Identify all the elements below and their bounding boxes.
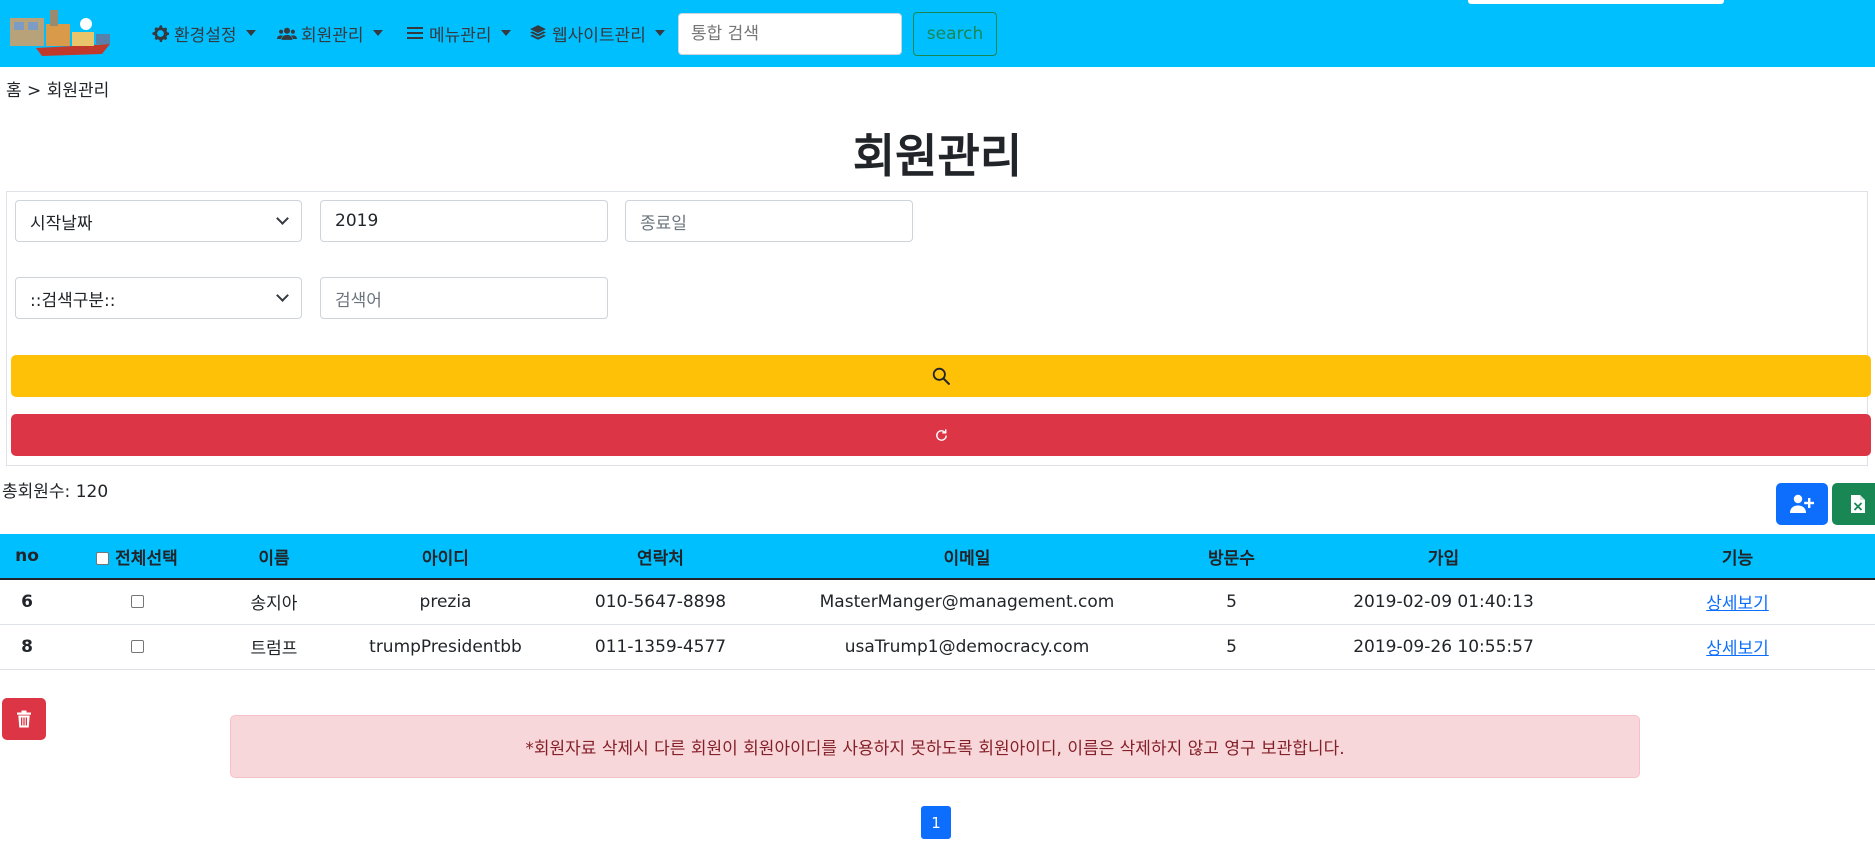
caret-down-icon	[500, 30, 511, 36]
table-row: 8 트럼프 trumpPresidentbb 011-1359-4577 usa…	[0, 624, 1875, 670]
trash-icon	[17, 710, 31, 728]
date-type-selected: 시작날짜	[30, 213, 93, 234]
row-phone: 010-5647-8898	[563, 579, 758, 625]
users-icon	[277, 23, 297, 43]
top-navbar: 환경설정 회원관리 메뉴관리 웹사이트관리 search	[0, 0, 1875, 67]
col-id: 아이디	[328, 534, 563, 580]
menu-members[interactable]: 회원관리	[277, 18, 383, 48]
row-email: MasterManger@management.com	[758, 579, 1176, 625]
row-email: usaTrump1@democracy.com	[758, 624, 1176, 670]
global-search-input[interactable]	[678, 13, 902, 55]
keyword-input[interactable]: 검색어	[320, 277, 608, 319]
row-phone: 011-1359-4577	[563, 624, 758, 670]
start-date-value: 2019	[335, 211, 379, 231]
row-joined: 2019-02-09 01:40:13	[1287, 579, 1600, 625]
excel-export-button[interactable]	[1832, 483, 1875, 525]
gear-icon	[150, 23, 170, 43]
col-no: no	[0, 534, 54, 580]
row-select-cell	[54, 579, 220, 625]
row-checkbox[interactable]	[130, 640, 144, 653]
search-type-selected: ::검색구분::	[30, 290, 116, 311]
row-visits: 5	[1176, 579, 1287, 625]
reset-filter-button[interactable]	[11, 414, 1871, 456]
menu-website[interactable]: 웹사이트관리	[528, 18, 665, 48]
menu-settings[interactable]: 환경설정	[150, 18, 256, 48]
date-type-select[interactable]: 시작날짜	[15, 200, 302, 242]
members-table: no 전체선택 이름 아이디 연락처 이메일 방문수 가입 기능 6 송지아 p…	[0, 534, 1875, 670]
col-visits: 방문수	[1176, 534, 1287, 580]
menu-settings-label: 환경설정	[174, 25, 237, 46]
caret-down-icon	[245, 30, 256, 36]
caret-down-icon	[654, 30, 665, 36]
row-visits: 5	[1176, 624, 1287, 670]
row-checkbox[interactable]	[130, 595, 144, 609]
col-name: 이름	[220, 534, 328, 580]
user-plus-icon	[1790, 494, 1814, 513]
keyword-placeholder: 검색어	[335, 290, 382, 311]
global-search-button[interactable]: search	[913, 12, 997, 56]
select-all-checkbox[interactable]	[96, 552, 110, 565]
site-logo[interactable]	[6, 4, 118, 60]
row-id: prezia	[328, 579, 563, 625]
col-select-all[interactable]: 전체선택	[54, 534, 220, 580]
chevron-down-icon	[276, 289, 289, 302]
row-name: 송지아	[220, 579, 328, 625]
row-id: trumpPresidentbb	[328, 624, 563, 670]
col-actions: 기능	[1600, 534, 1875, 580]
end-date-input[interactable]: 종료일	[625, 200, 913, 242]
menu-menus-label: 메뉴관리	[429, 25, 492, 46]
row-no: 6	[0, 579, 54, 625]
deletion-notice-alert: *회원자료 삭제시 다른 회원이 회원아이디를 사용하지 못하도록 회원아이디,…	[230, 715, 1640, 778]
pagination-page-1[interactable]: 1	[921, 806, 951, 839]
col-joined: 가입	[1287, 534, 1600, 580]
chevron-down-icon	[276, 212, 289, 225]
search-submit-button[interactable]	[11, 355, 1871, 397]
end-date-placeholder: 종료일	[640, 213, 687, 234]
delete-selected-button[interactable]	[2, 698, 46, 740]
breadcrumb: 홈 > 회원관리	[6, 81, 110, 101]
total-members-count: 총회원수: 120	[2, 482, 109, 502]
select-all-label: 전체선택	[115, 548, 178, 569]
row-no: 8	[0, 624, 54, 670]
navbar-top-strip	[1468, 0, 1724, 4]
menu-website-label: 웹사이트관리	[552, 25, 646, 46]
list-icon	[405, 23, 425, 43]
col-email: 이메일	[758, 534, 1176, 580]
excel-file-icon	[1851, 495, 1865, 513]
row-action-cell: 상세보기	[1600, 624, 1875, 670]
detail-link[interactable]: 상세보기	[1706, 594, 1769, 614]
row-name: 트럼프	[220, 624, 328, 670]
search-type-select[interactable]: ::검색구분::	[15, 277, 302, 319]
layers-icon	[528, 23, 548, 43]
menu-menus[interactable]: 메뉴관리	[405, 18, 511, 48]
row-action-cell: 상세보기	[1600, 579, 1875, 625]
menu-members-label: 회원관리	[301, 25, 364, 46]
col-phone: 연락처	[563, 534, 758, 580]
caret-down-icon	[372, 30, 383, 36]
table-row: 6 송지아 prezia 010-5647-8898 MasterManger@…	[0, 579, 1875, 625]
start-date-input[interactable]: 2019	[320, 200, 608, 242]
refresh-icon	[935, 428, 947, 441]
search-icon	[932, 367, 950, 385]
page-title: 회원관리	[852, 129, 1023, 183]
detail-link[interactable]: 상세보기	[1706, 639, 1769, 659]
add-user-button[interactable]	[1776, 483, 1828, 525]
row-select-cell	[54, 624, 220, 670]
row-joined: 2019-09-26 10:55:57	[1287, 624, 1600, 670]
deletion-notice-text: *회원자료 삭제시 다른 회원이 회원아이디를 사용하지 못하도록 회원아이디,…	[525, 739, 1345, 759]
table-header-row: no 전체선택 이름 아이디 연락처 이메일 방문수 가입 기능	[0, 534, 1875, 580]
